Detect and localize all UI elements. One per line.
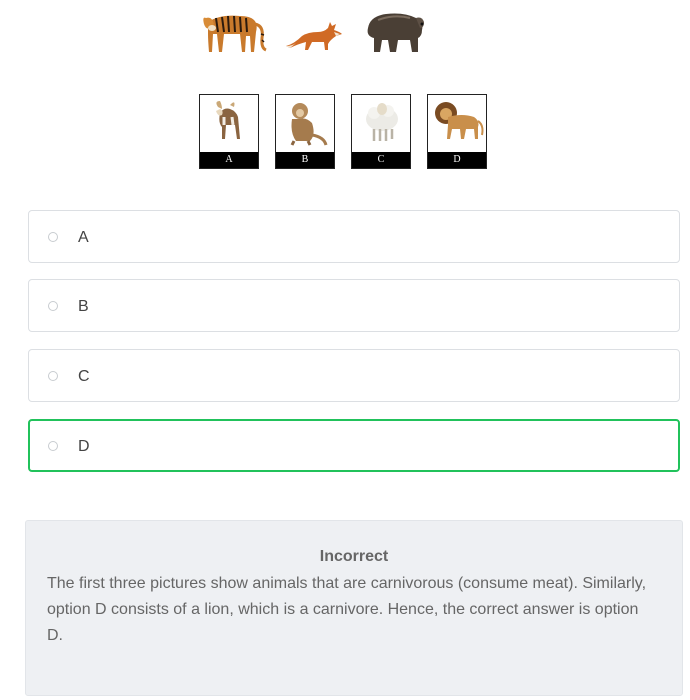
tiger-icon	[203, 15, 267, 53]
feedback-panel: Incorrect The first three pictures show …	[25, 520, 683, 696]
radio-button[interactable]	[48, 441, 58, 451]
choice-d[interactable]: D	[28, 419, 680, 472]
option-card-a: A	[199, 94, 259, 169]
choice-c[interactable]: C	[28, 349, 680, 402]
choice-label: C	[78, 368, 90, 385]
radio-button[interactable]	[48, 301, 58, 311]
sheep-icon	[366, 103, 398, 141]
question-images	[0, 0, 690, 70]
option-images: A B C D	[0, 94, 690, 174]
option-card-b: B	[275, 94, 335, 169]
option-card-d: D	[427, 94, 487, 169]
choice-a[interactable]: A	[28, 210, 680, 263]
bear-icon	[367, 13, 424, 52]
radio-button[interactable]	[48, 232, 58, 242]
option-caption: A	[200, 152, 258, 168]
choice-label: B	[78, 298, 89, 315]
monkey-icon	[290, 103, 328, 146]
choice-label: A	[78, 229, 89, 246]
goat-icon	[216, 101, 240, 139]
option-caption: D	[428, 152, 486, 168]
feedback-title: Incorrect	[319, 548, 389, 565]
choice-b[interactable]: B	[28, 279, 680, 332]
option-card-c: C	[351, 94, 411, 169]
radio-button[interactable]	[48, 371, 58, 381]
fox-icon	[286, 22, 342, 50]
option-caption: B	[276, 152, 334, 168]
lion-icon	[435, 102, 484, 139]
feedback-explanation: The first three pictures show animals th…	[47, 575, 647, 644]
choice-label: D	[78, 438, 90, 455]
option-caption: C	[352, 152, 410, 168]
